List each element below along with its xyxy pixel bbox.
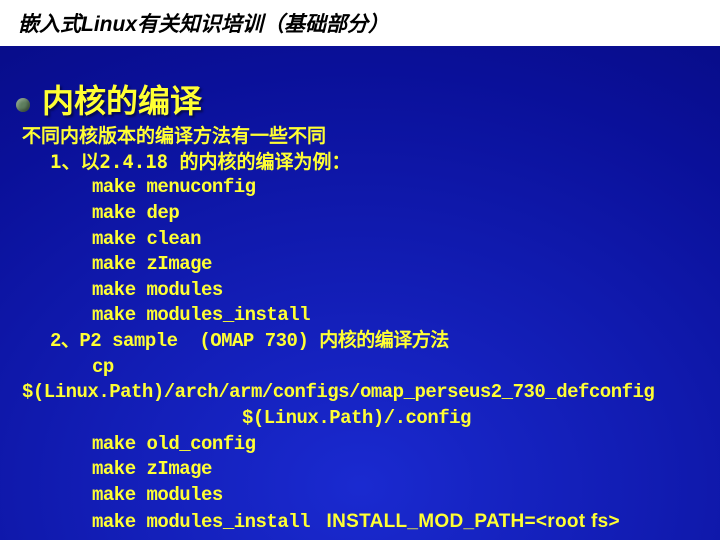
path-line: $(Linux.Path)/arch/arm/configs/omap_pers… xyxy=(22,380,654,406)
bullet-icon xyxy=(16,98,30,112)
install-mod-path: INSTALL_MOD_PATH=<root fs> xyxy=(321,511,620,532)
slide-title: 内核的编译 xyxy=(42,76,202,122)
cmd-line: make zImage xyxy=(22,252,654,278)
path-line: $(Linux.Path)/.config xyxy=(22,406,654,432)
cmd-line: make modules_install INSTALL_MOD_PATH=<r… xyxy=(22,509,654,536)
cmd-line: cp xyxy=(22,355,654,381)
cmd-line: make zImage xyxy=(22,457,654,483)
cmd-line: make modules xyxy=(22,278,654,304)
cmd-line: make dep xyxy=(22,201,654,227)
slide-body: 不同内核版本的编译方法有一些不同 1、以2.4.18 的内核的编译为例： mak… xyxy=(22,124,654,535)
cmd-line: make menuconfig xyxy=(22,175,654,201)
cmd-line: make old_config xyxy=(22,432,654,458)
cmd-line: make clean xyxy=(22,227,654,253)
cmd-line: make modules_install xyxy=(22,303,654,329)
cmd-line: make modules xyxy=(22,483,654,509)
cmd-text: make modules_install xyxy=(92,511,321,533)
section-2-label: 2、P2 sample (OMAP 730) 内核的编译方法 xyxy=(22,329,654,355)
header-title: 嵌入式Linux有关知识培训（基础部分） xyxy=(18,13,389,36)
intro-line: 不同内核版本的编译方法有一些不同 xyxy=(22,124,654,150)
slide-header: 嵌入式Linux有关知识培训（基础部分） xyxy=(0,0,720,46)
section-1-label: 1、以2.4.18 的内核的编译为例： xyxy=(22,150,654,176)
